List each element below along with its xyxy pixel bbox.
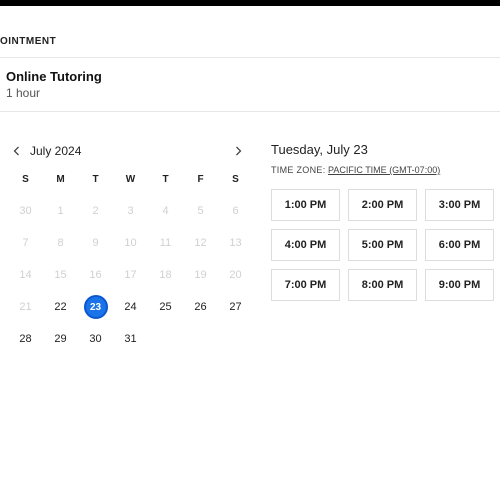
time-picker: Tuesday, July 23 TIME ZONE: PACIFIC TIME… bbox=[271, 140, 494, 353]
calendar-day: 14 bbox=[8, 261, 43, 289]
calendar-day: 11 bbox=[148, 229, 183, 257]
divider bbox=[0, 111, 500, 112]
calendar-day: 1 bbox=[43, 197, 78, 225]
calendar-day: 13 bbox=[218, 229, 253, 257]
timeslot-button[interactable]: 5:00 PM bbox=[348, 229, 417, 261]
calendar-day: 12 bbox=[183, 229, 218, 257]
calendar: July 2024 SMTWTFS30123456789101112131415… bbox=[8, 140, 253, 353]
service-duration: 1 hour bbox=[6, 86, 500, 100]
calendar-day-selected[interactable]: 23 bbox=[78, 293, 113, 321]
calendar-day: 6 bbox=[218, 197, 253, 225]
timeslot-grid: 1:00 PM2:00 PM3:00 PM 4:00 PM5:00 PM6:00 … bbox=[271, 189, 494, 301]
calendar-day bbox=[218, 325, 253, 353]
calendar-grid: SMTWTFS301234567891011121314151617181920… bbox=[8, 170, 253, 353]
chevron-left-icon bbox=[11, 145, 23, 157]
calendar-day[interactable]: 24 bbox=[113, 293, 148, 321]
timezone-label: TIME ZONE: bbox=[271, 165, 326, 175]
calendar-header: July 2024 bbox=[8, 140, 253, 170]
chevron-right-icon bbox=[232, 145, 244, 157]
calendar-day[interactable]: 22 bbox=[43, 293, 78, 321]
calendar-day[interactable]: 30 bbox=[78, 325, 113, 353]
calendar-day: 21 bbox=[8, 293, 43, 321]
calendar-day[interactable]: 27 bbox=[218, 293, 253, 321]
calendar-day[interactable]: 29 bbox=[43, 325, 78, 353]
calendar-day bbox=[148, 325, 183, 353]
calendar-dow: M bbox=[43, 170, 78, 193]
prev-month-button[interactable] bbox=[8, 142, 26, 160]
month-label: July 2024 bbox=[30, 144, 81, 158]
calendar-day: 8 bbox=[43, 229, 78, 257]
calendar-day: 17 bbox=[113, 261, 148, 289]
calendar-day: 19 bbox=[183, 261, 218, 289]
timeslot-button[interactable]: 2:00 PM bbox=[348, 189, 417, 221]
calendar-day[interactable]: 25 bbox=[148, 293, 183, 321]
calendar-day: 4 bbox=[148, 197, 183, 225]
calendar-day[interactable]: 26 bbox=[183, 293, 218, 321]
calendar-dow: S bbox=[218, 170, 253, 193]
timeslot-button[interactable]: 3:00 PM bbox=[425, 189, 494, 221]
timeslot-button[interactable]: 6:00 PM bbox=[425, 229, 494, 261]
calendar-day[interactable]: 31 bbox=[113, 325, 148, 353]
calendar-day: 7 bbox=[8, 229, 43, 257]
calendar-day: 5 bbox=[183, 197, 218, 225]
calendar-day: 15 bbox=[43, 261, 78, 289]
calendar-day: 3 bbox=[113, 197, 148, 225]
calendar-day: 9 bbox=[78, 229, 113, 257]
calendar-dow: S bbox=[8, 170, 43, 193]
calendar-dow: T bbox=[148, 170, 183, 193]
timeslot-button[interactable]: 9:00 PM bbox=[425, 269, 494, 301]
calendar-day: 2 bbox=[78, 197, 113, 225]
calendar-day: 16 bbox=[78, 261, 113, 289]
service-title: Online Tutoring bbox=[6, 69, 500, 84]
calendar-day: 20 bbox=[218, 261, 253, 289]
calendar-day: 10 bbox=[113, 229, 148, 257]
next-month-button[interactable] bbox=[229, 142, 247, 160]
calendar-day: 18 bbox=[148, 261, 183, 289]
timeslot-button[interactable]: 1:00 PM bbox=[271, 189, 340, 221]
timeslot-button[interactable]: 7:00 PM bbox=[271, 269, 340, 301]
service-summary: Online Tutoring 1 hour bbox=[0, 58, 500, 111]
selected-date-label: Tuesday, July 23 bbox=[271, 142, 494, 157]
calendar-dow: W bbox=[113, 170, 148, 193]
calendar-dow: T bbox=[78, 170, 113, 193]
calendar-day: 30 bbox=[8, 197, 43, 225]
timezone-button[interactable]: PACIFIC TIME (GMT-07:00) bbox=[328, 165, 440, 175]
calendar-day[interactable]: 28 bbox=[8, 325, 43, 353]
calendar-dow: F bbox=[183, 170, 218, 193]
calendar-day bbox=[183, 325, 218, 353]
timeslot-button[interactable]: 4:00 PM bbox=[271, 229, 340, 261]
section-header: OINTMENT bbox=[0, 6, 500, 57]
timezone-row: TIME ZONE: PACIFIC TIME (GMT-07:00) bbox=[271, 165, 494, 175]
timeslot-button[interactable]: 8:00 PM bbox=[348, 269, 417, 301]
